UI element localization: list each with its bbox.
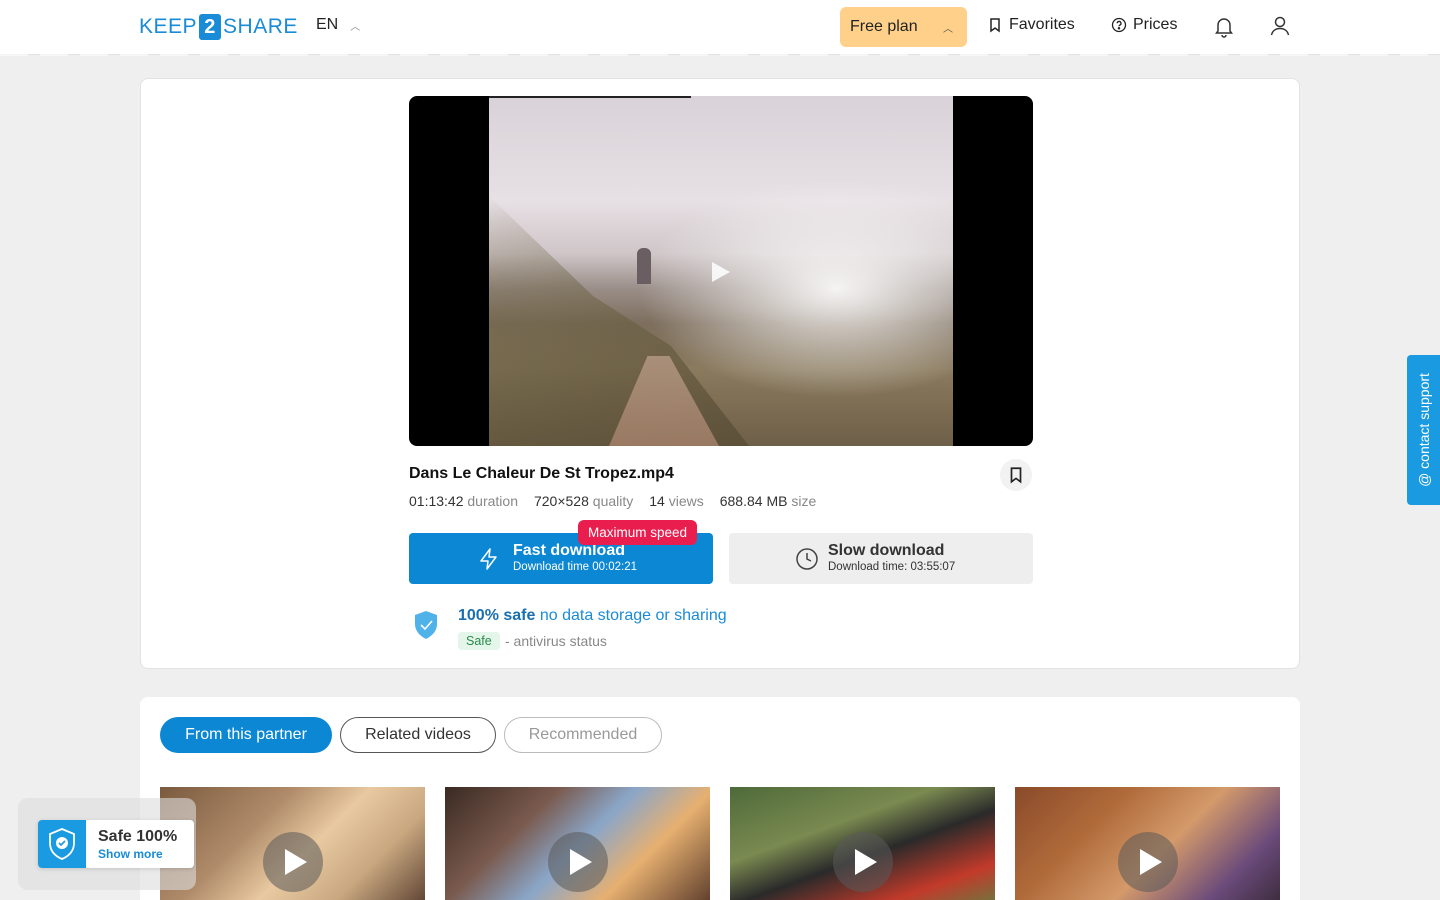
shield-check-icon (415, 611, 437, 639)
video-thumbnail[interactable] (1015, 787, 1280, 900)
shield-check-icon (49, 828, 75, 860)
size-label: size (791, 493, 817, 509)
clock-icon (796, 547, 818, 570)
video-thumbnail[interactable] (160, 787, 425, 900)
prices-link[interactable]: Prices (1111, 16, 1177, 34)
free-plan-label: Free plan (850, 18, 918, 35)
maximum-speed-badge: Maximum speed (578, 520, 698, 545)
antivirus-chip: Safe (458, 632, 500, 650)
bookmark-icon (1010, 467, 1022, 484)
contact-support-button[interactable]: @ contact support (1407, 355, 1440, 505)
quality-label: quality (592, 493, 634, 509)
quality-value: 720×528 (533, 493, 589, 509)
meta-views: 14 views (649, 493, 703, 509)
chevron-up-icon: ︿ (943, 23, 953, 35)
help-circle-icon (1111, 17, 1127, 33)
logo-text-right: SHARE (223, 15, 298, 38)
play-icon (833, 832, 893, 892)
safety-headline-bold: 100% safe (458, 607, 536, 624)
file-meta: 01:13:42 duration 720×528 quality 14 vie… (409, 493, 816, 509)
free-plan-button[interactable]: Free plan ︿ (840, 7, 967, 47)
top-header: KEEP 2 SHARE EN ︿ Free plan ︿ Favorites … (0, 0, 1440, 56)
play-icon[interactable] (712, 262, 730, 282)
meta-duration: 01:13:42 duration (409, 493, 518, 509)
slow-download-time: Download time: 03:55:07 (828, 561, 956, 573)
progress-line (489, 96, 691, 98)
fast-download-text: Fast download Download time 00:02:21 (513, 542, 637, 575)
logo-text-mid: 2 (199, 14, 222, 40)
logo-text-left: KEEP (139, 15, 198, 38)
size-value: 688.84 MB (719, 493, 788, 509)
keep2share-logo[interactable]: KEEP 2 SHARE (139, 14, 298, 40)
contact-support-text: contact support (1415, 373, 1432, 469)
at-icon: @ (1415, 468, 1432, 487)
language-selector[interactable]: EN ︿ (316, 16, 360, 34)
video-scene-tower (637, 248, 651, 284)
video-player[interactable] (409, 96, 1033, 446)
slow-download-text: Slow download Download time: 03:55:07 (828, 542, 955, 575)
meta-quality: 720×528 quality (534, 493, 633, 509)
show-more-link[interactable]: Show more (98, 847, 163, 861)
play-icon (1118, 832, 1178, 892)
related-panel: From this partner Related videos Recomme… (140, 697, 1300, 900)
views-value: 14 (649, 493, 665, 509)
tab-from-this-partner[interactable]: From this partner (160, 717, 332, 753)
add-favorite-button[interactable] (1000, 459, 1032, 491)
contact-support-label: @ contact support (1416, 373, 1432, 487)
safe-popup-title: Safe 100% (98, 828, 178, 845)
safety-info: 100% safe no data storage or sharing Saf… (413, 607, 913, 657)
safe-popup[interactable]: Safe 100% Show more (38, 820, 194, 868)
video-thumbnail[interactable] (445, 787, 710, 900)
views-label: views (668, 493, 704, 509)
play-icon (263, 832, 323, 892)
safety-headline-rest: no data storage or sharing (539, 607, 727, 624)
slow-download-button[interactable]: Slow download Download time: 03:55:07 (729, 533, 1033, 584)
chevron-up-icon: ︿ (350, 21, 361, 33)
video-thumbnail[interactable] (730, 787, 995, 900)
bookmark-icon (990, 18, 1000, 33)
favorites-link[interactable]: Favorites (987, 16, 1075, 34)
duration-value: 01:13:42 (409, 493, 464, 509)
duration-label: duration (467, 493, 518, 509)
bell-icon[interactable] (1212, 14, 1236, 38)
tab-related-videos[interactable]: Related videos (340, 717, 496, 753)
tab-recommended[interactable]: Recommended (504, 717, 662, 753)
safe-popup-badge (38, 820, 86, 868)
antivirus-status: - antivirus status (505, 633, 607, 649)
slow-download-label: Slow download (828, 542, 945, 559)
fast-download-time: Download time 00:02:21 (513, 561, 638, 573)
play-icon (548, 832, 608, 892)
user-icon[interactable] (1268, 14, 1292, 38)
lightning-icon (480, 547, 497, 570)
file-title: Dans Le Chaleur De St Tropez.mp4 (409, 465, 674, 482)
prices-label: Prices (1133, 16, 1178, 33)
favorites-label: Favorites (1009, 16, 1075, 33)
safety-headline: 100% safe no data storage or sharing (458, 607, 727, 625)
language-label: EN (316, 16, 339, 33)
file-card: Dans Le Chaleur De St Tropez.mp4 01:13:4… (140, 78, 1300, 669)
meta-size: 688.84 MB size (720, 493, 817, 509)
